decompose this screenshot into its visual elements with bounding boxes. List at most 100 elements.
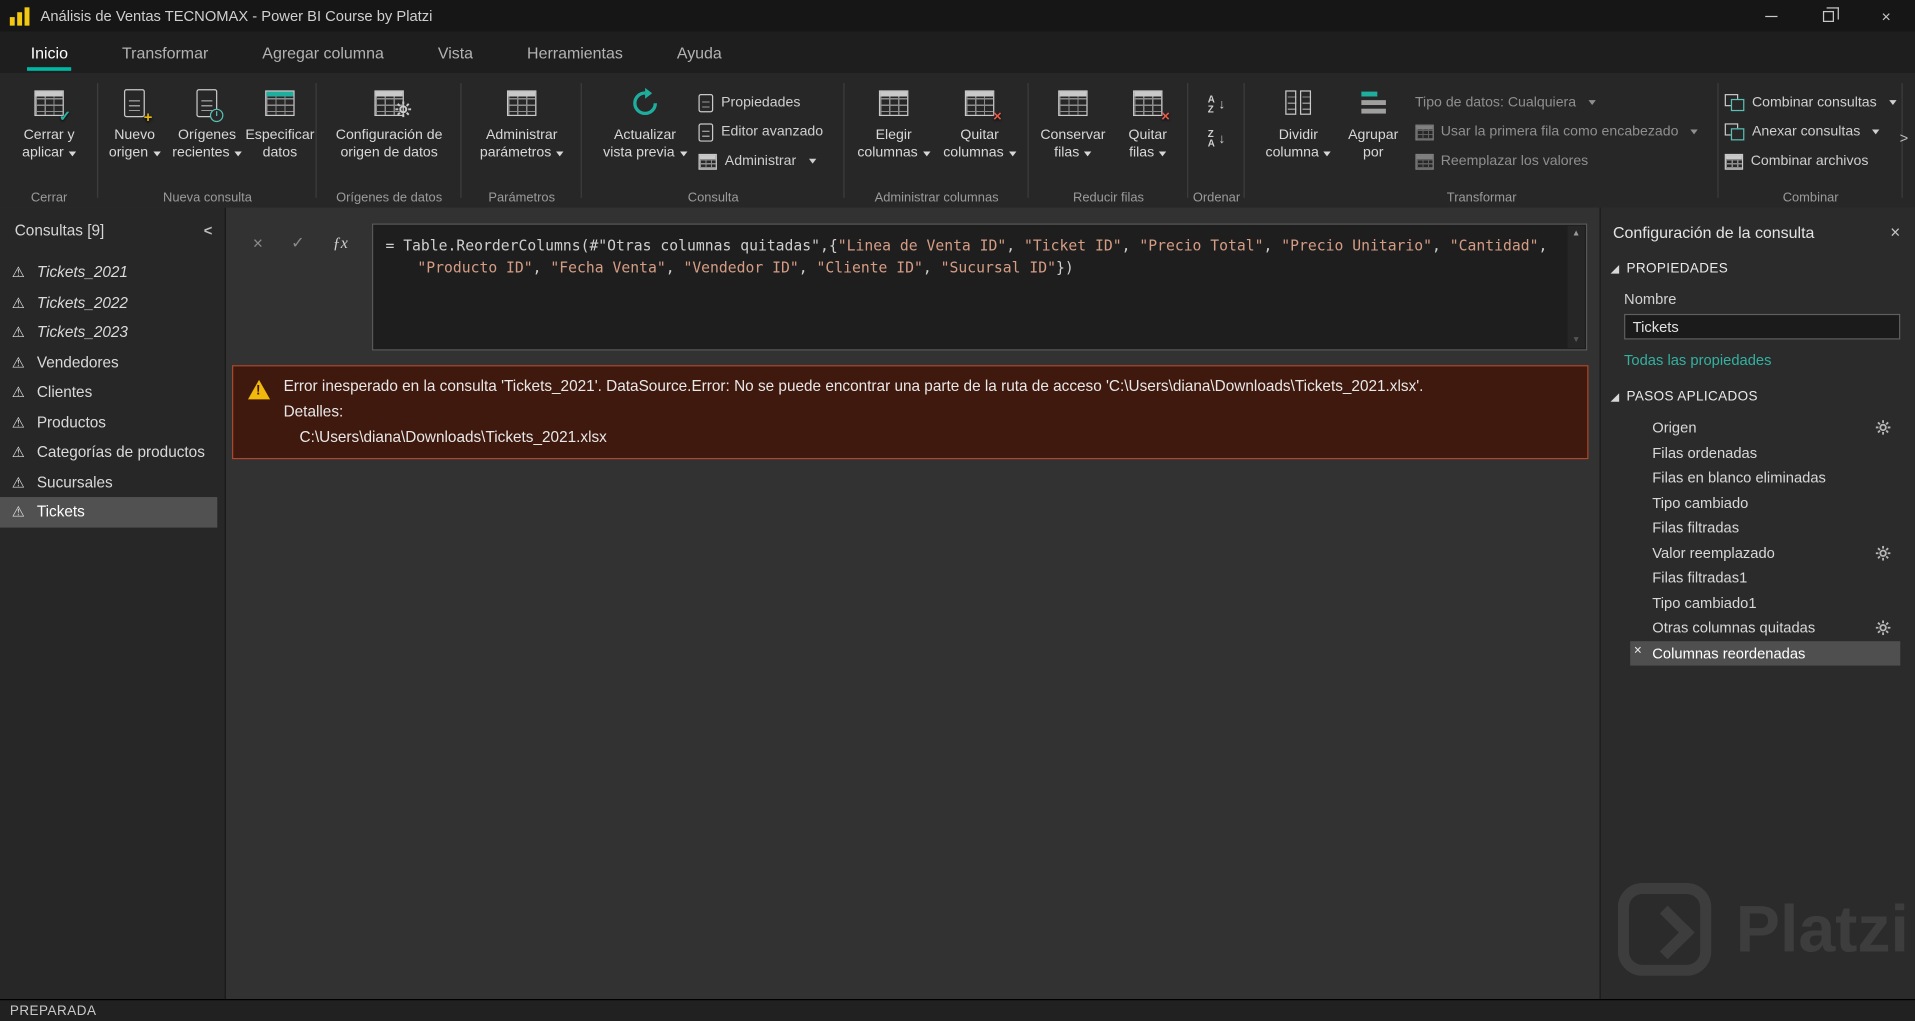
tipo-de-datos-button[interactable]: Tipo de datos: Cualquiera: [1410, 89, 1703, 116]
section-expanded-icon[interactable]: [1610, 264, 1620, 273]
step-valor-reemplazado[interactable]: Valor reemplazado: [1630, 540, 1900, 565]
step-settings-gear-icon[interactable]: [1875, 545, 1891, 560]
actualizar-vista-previa-button[interactable]: Actualizar vista previa: [598, 81, 691, 165]
reemplazar-valores-button[interactable]: Reemplazar los valores: [1410, 148, 1703, 175]
formula-line-1: = Table.ReorderColumns(#"Otras columnas …: [385, 236, 1548, 255]
formula-bar[interactable]: = Table.ReorderColumns(#"Otras columnas …: [371, 223, 1588, 351]
tab-agregar-columna[interactable]: Agregar columna: [244, 32, 402, 74]
agrupar-por-button[interactable]: Agrupar por: [1339, 81, 1408, 165]
conservar-filas-button[interactable]: Conservar filas: [1035, 81, 1111, 165]
all-properties-link[interactable]: Todas las propiedades: [1601, 352, 1915, 369]
warning-icon: ⚠: [11, 294, 26, 312]
step-filas-filtradas1[interactable]: Filas filtradas1: [1630, 565, 1900, 590]
query-item-productos[interactable]: ⚠ Productos: [0, 407, 225, 437]
query-item-clientes[interactable]: ⚠ Clientes: [0, 377, 225, 407]
formula-cancel-icon[interactable]: ×: [253, 233, 263, 253]
query-item-categorias[interactable]: ⚠ Categorías de productos: [0, 437, 225, 467]
properties-icon: [699, 93, 714, 112]
chevron-down-icon: [679, 151, 687, 157]
ribbon-group-administrar-columnas: Elegir columnas × Quitar columnas Admini…: [845, 73, 1029, 207]
step-filas-ordenadas[interactable]: Filas ordenadas: [1630, 440, 1900, 465]
step-filas-en-blanco-eliminadas[interactable]: Filas en blanco eliminadas: [1630, 465, 1900, 490]
tab-vista[interactable]: Vista: [419, 32, 491, 74]
especificar-datos-button[interactable]: Especificar datos: [245, 81, 314, 165]
queries-header: Consultas [9]: [14, 222, 105, 240]
propiedades-button[interactable]: Propiedades: [694, 89, 828, 116]
formula-scrollbar[interactable]: ▲ ▼: [1567, 225, 1585, 349]
tab-inicio[interactable]: Inicio: [12, 32, 86, 74]
combinar-consultas-button[interactable]: Combinar consultas: [1720, 89, 1901, 116]
sort-az-icon: AZ: [1207, 94, 1215, 115]
sort-ascending-button[interactable]: AZ ↓: [1197, 92, 1236, 119]
query-item-vendedores[interactable]: ⚠ Vendedores: [0, 347, 225, 377]
error-message: Error inesperado en la consulta 'Tickets…: [283, 377, 1424, 395]
chevron-down-icon: [68, 151, 77, 157]
query-item-sucursales[interactable]: ⚠ Sucursales: [0, 467, 225, 497]
warning-icon: ⚠: [11, 503, 26, 521]
tab-ayuda[interactable]: Ayuda: [658, 32, 740, 74]
ribbon-tab-bar: Inicio Transformar Agregar columna Vista…: [0, 31, 1915, 74]
properties-section-header: PROPIEDADES: [1626, 261, 1729, 277]
query-item-tickets[interactable]: ⚠ Tickets: [0, 497, 218, 527]
step-columnas-reordenadas[interactable]: × Columnas reordenadas: [1630, 640, 1901, 666]
step-tipo-cambiado[interactable]: Tipo cambiado: [1630, 490, 1900, 515]
elegir-columnas-button[interactable]: Elegir columnas: [852, 81, 935, 165]
collapse-pane-icon[interactable]: <: [204, 222, 213, 239]
panel-close-icon[interactable]: ×: [1890, 222, 1900, 242]
tab-herramientas[interactable]: Herramientas: [509, 32, 642, 74]
combinar-archivos-button[interactable]: Combinar archivos: [1720, 148, 1901, 175]
minimize-button[interactable]: [1742, 0, 1800, 32]
tab-transformar[interactable]: Transformar: [104, 32, 227, 74]
arrow-down-icon: ↓: [1218, 131, 1226, 147]
formula-commit-icon[interactable]: ✓: [291, 233, 304, 253]
recent-sources-icon: [196, 84, 224, 122]
delete-step-icon[interactable]: ×: [1634, 644, 1642, 658]
query-item-tickets-2021[interactable]: ⚠ Tickets_2021: [0, 258, 225, 288]
usar-primera-fila-button[interactable]: Usar la primera fila como encabezado: [1410, 118, 1703, 145]
step-settings-gear-icon[interactable]: [1875, 620, 1891, 636]
sort-descending-button[interactable]: ZA ↓: [1197, 126, 1236, 153]
close-and-apply-button[interactable]: ✓ Cerrar y aplicar: [5, 81, 93, 165]
administrar-parametros-button[interactable]: Administrar parámetros: [469, 81, 575, 165]
chevron-down-icon: [808, 158, 816, 164]
step-settings-gear-icon[interactable]: [1875, 420, 1891, 435]
group-label-nueva-consulta: Nueva consulta: [163, 190, 252, 206]
warning-icon: ⚠: [11, 264, 26, 282]
remove-columns-icon: ×: [964, 84, 1002, 123]
origenes-recientes-button[interactable]: Orígenes recientes: [169, 81, 246, 165]
restore-button[interactable]: [1800, 0, 1858, 32]
dividir-columna-button[interactable]: Dividir columna: [1260, 81, 1336, 165]
step-otras-columnas-quitadas[interactable]: Otras columnas quitadas: [1630, 616, 1900, 641]
split-column-icon: [1285, 84, 1312, 121]
nuevo-origen-button[interactable]: + Nuevo origen: [103, 81, 166, 165]
window-title: Análisis de Ventas TECNOMAX - Power BI C…: [40, 7, 433, 25]
new-source-icon: +: [124, 84, 152, 124]
query-item-tickets-2023[interactable]: ⚠ Tickets_2023: [0, 318, 225, 348]
step-filas-filtradas[interactable]: Filas filtradas: [1630, 515, 1900, 540]
quitar-columnas-button[interactable]: × Quitar columnas: [938, 81, 1021, 165]
step-tipo-cambiado1[interactable]: Tipo cambiado1: [1630, 590, 1900, 615]
formula-fx-icon: ƒx: [332, 233, 348, 252]
status-bar: PREPARADA: [0, 999, 1915, 1021]
editor-avanzado-button[interactable]: Editor avanzado: [694, 118, 828, 145]
window-controls: ×: [1742, 0, 1915, 32]
group-label-transformar: Transformar: [1446, 190, 1517, 206]
section-expanded-icon[interactable]: [1610, 392, 1620, 402]
administrar-consulta-button[interactable]: Administrar: [694, 148, 828, 175]
query-name-input[interactable]: [1624, 313, 1901, 340]
append-queries-icon: [1724, 123, 1745, 141]
arrow-down-icon: ↓: [1218, 97, 1226, 113]
remove-rows-icon: ×: [1133, 84, 1170, 123]
main-area: × ✓ ƒx = Table.ReorderColumns(#"Otras co…: [227, 207, 1600, 1000]
ribbon-overflow-button[interactable]: >: [1895, 129, 1912, 146]
configuracion-origen-datos-button[interactable]: Configuración de origen de datos: [324, 81, 454, 165]
group-label-consulta: Consulta: [687, 190, 739, 206]
close-window-button[interactable]: ×: [1857, 0, 1915, 32]
quitar-filas-button[interactable]: × Quitar filas: [1113, 81, 1182, 165]
refresh-preview-icon: [630, 84, 661, 121]
anexar-consultas-button[interactable]: Anexar consultas: [1720, 118, 1901, 145]
chevron-down-icon: [1159, 151, 1167, 157]
step-origen[interactable]: Origen: [1630, 415, 1900, 440]
query-item-tickets-2022[interactable]: ⚠ Tickets_2022: [0, 288, 225, 318]
warning-icon: ⚠: [11, 383, 26, 401]
